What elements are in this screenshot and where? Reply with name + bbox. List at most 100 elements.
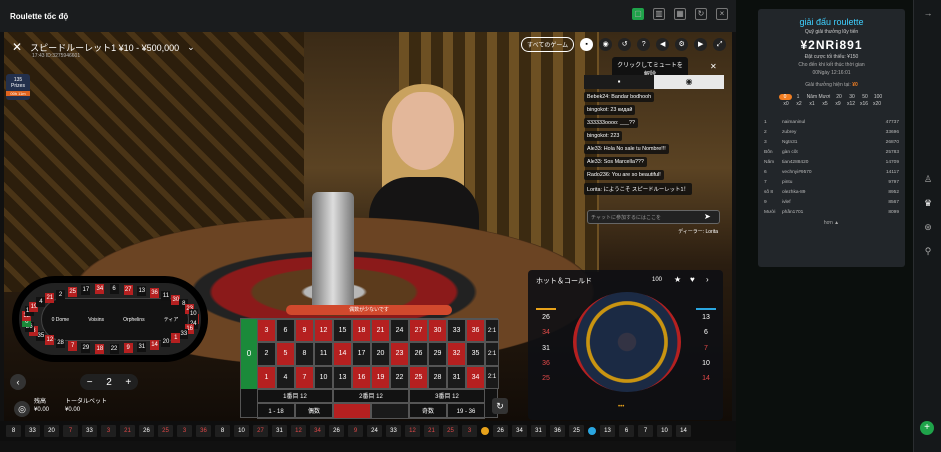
racetrack-number[interactable]: 14 [150,339,160,350]
refresh-icon[interactable]: ↻ [695,8,707,20]
bet-number[interactable]: 30 [428,319,447,343]
bet-odd[interactable]: 奇数 [409,403,447,419]
racetrack[interactable]: 0 Dome Voisins Orphelins ティア 52416331201… [12,276,208,362]
sound-icon[interactable]: ◀ [656,38,670,51]
racetrack-number[interactable]: 31 [137,341,147,352]
tooltip-close-icon[interactable]: ✕ [710,62,717,71]
bet-number[interactable]: 16 [352,365,371,389]
bet-number[interactable]: 21 [371,319,390,343]
key-icon[interactable]: ⚲ [921,246,935,260]
stats-icon[interactable]: ◉ [599,38,613,51]
bet-number[interactable]: 7 [295,365,314,389]
bet-number[interactable]: 32 [447,342,466,366]
racetrack-number[interactable]: 4 [36,297,46,308]
racetrack-number[interactable]: 9 [123,343,133,354]
bet-number[interactable]: 1 [257,365,276,389]
heart-icon[interactable]: ♥ [690,275,695,284]
racetrack-number[interactable]: 6 [109,284,119,295]
column-bet[interactable]: 2:1 [485,319,499,343]
racetrack-number[interactable]: 36 [150,288,160,299]
prize-badge[interactable]: 135 Prizes 00h 11m [6,74,30,100]
trophy-icon[interactable]: ♛ [921,198,935,212]
dozen-bet-3[interactable]: 3番目 12 [409,389,485,403]
chip-icon[interactable]: ⊛ [921,222,935,236]
bet-number[interactable]: 29 [428,342,447,366]
repeat-bet-icon[interactable]: ↻ [492,398,508,414]
all-games-button[interactable]: すべてのゲーム [521,37,575,52]
bet-number[interactable]: 10 [314,365,333,389]
next-icon[interactable]: › [706,275,709,284]
chat-input[interactable]: チャットに参加するにはここを [587,210,720,224]
bet-number[interactable]: 2 [257,342,276,366]
show-more-link[interactable]: hơn ▲ [758,220,905,226]
racetrack-number[interactable]: 7 [68,340,78,351]
section-tiers[interactable]: ティア [164,316,179,323]
bet-number[interactable]: 23 [390,342,409,366]
arrow-right-icon[interactable]: → [921,8,935,22]
bet-number[interactable]: 13 [333,365,352,389]
bet-number[interactable]: 3 [257,319,276,343]
bet-number[interactable]: 14 [333,342,352,366]
racetrack-number[interactable]: 12 [45,334,55,345]
racetrack-number[interactable]: 2 [56,289,66,300]
bet-number[interactable]: 26 [409,342,428,366]
racetrack-number[interactable]: 34 [95,284,105,295]
back-icon[interactable]: ‹ [10,374,26,390]
add-icon[interactable]: + [920,421,934,435]
fullscreen-icon[interactable]: ⤢ [713,38,727,51]
bet-number[interactable]: 28 [428,365,447,389]
racetrack-number[interactable]: 17 [81,285,91,296]
bet-number[interactable]: 36 [466,319,485,343]
bet-number[interactable]: 18 [352,319,371,343]
racetrack-number[interactable]: 18 [95,343,105,354]
racetrack-number[interactable]: 27 [123,284,133,295]
bet-number[interactable]: 15 [333,319,352,343]
increase-button[interactable]: + [125,377,131,388]
bet-number[interactable]: 27 [409,319,428,343]
chevron-down-icon[interactable]: ⌄ [187,42,195,53]
send-icon[interactable]: ➤ [704,212,711,221]
chat-tab-messages[interactable]: ▪ [584,75,654,89]
game-name[interactable]: スピードルーレット1 ¥10 - ¥500,000 [30,41,179,54]
bet-number[interactable]: 35 [466,342,485,366]
profile-icon[interactable]: ♙ [921,174,935,188]
racetrack-number[interactable]: 29 [81,342,91,353]
racetrack-number[interactable]: 1 [171,332,181,343]
section-zero[interactable]: 0 Dome [52,317,70,323]
layout-grid-icon[interactable]: ▦ [674,8,686,20]
bet-number[interactable]: 9 [295,319,314,343]
section-voisins[interactable]: Voisins [88,317,104,323]
racetrack-number[interactable]: 11 [161,291,171,302]
bet-number[interactable]: 8 [295,342,314,366]
close-icon[interactable]: × [716,8,728,20]
column-bet[interactable]: 2:1 [485,342,499,366]
chip-stack-icon[interactable]: ◎ [14,401,30,417]
layout-single-icon[interactable]: ▢ [632,8,644,20]
layout-double-icon[interactable]: ▥ [653,8,665,20]
racetrack-number[interactable]: 13 [137,286,147,297]
bet-number[interactable]: 22 [390,365,409,389]
bet-number[interactable]: 25 [409,365,428,389]
column-bet[interactable]: 2:1 [485,365,499,389]
bet-number[interactable]: 20 [371,342,390,366]
bet-number[interactable]: 12 [314,319,333,343]
chat-icon[interactable]: ▪ [580,38,594,51]
bet-number[interactable]: 11 [314,342,333,366]
bet-number[interactable]: 24 [390,319,409,343]
bet-zero[interactable]: 0 [241,319,257,389]
video-icon[interactable]: ▶ [694,38,708,51]
bet-even[interactable]: 偶数 [295,403,333,419]
bet-number[interactable]: 31 [447,365,466,389]
help-icon[interactable]: ? [637,38,651,51]
bet-high[interactable]: 19 - 36 [447,403,485,419]
racetrack-number[interactable]: 20 [161,336,171,347]
racetrack-number[interactable]: 21 [45,293,55,304]
pager-dots[interactable]: ••• [618,404,624,410]
bet-low[interactable]: 1 - 18 [257,403,295,419]
bet-black[interactable] [371,403,409,419]
bet-number[interactable]: 33 [447,319,466,343]
racetrack-number[interactable]: 22 [109,343,119,354]
racetrack-number[interactable]: 10 [188,308,198,319]
racetrack-number[interactable]: 25 [68,287,78,298]
bet-number[interactable]: 5 [276,342,295,366]
